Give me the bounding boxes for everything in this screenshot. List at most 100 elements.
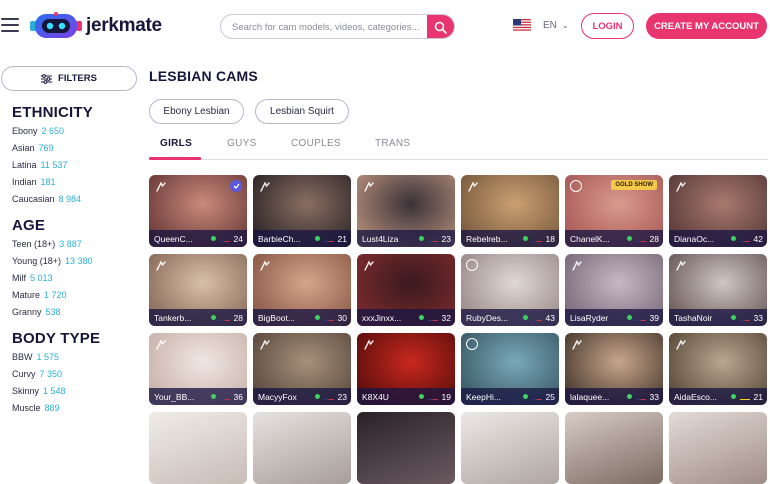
model-age: 28 (649, 233, 659, 244)
filter-item-milf[interactable]: Milf 5 013 (12, 273, 137, 285)
model-thumbnail (357, 412, 455, 484)
filter-label: Teen (18+) (12, 239, 56, 249)
filter-item-bbw[interactable]: BBW 1 575 (12, 352, 137, 364)
model-card[interactable]: BarbieCh... 21 (253, 175, 351, 247)
search-bar (220, 14, 455, 39)
model-card[interactable]: AidaEsco... 21 (669, 333, 767, 405)
filter-count: 1 548 (43, 386, 66, 396)
filter-item-caucasian[interactable]: Caucasian 8 984 (12, 194, 137, 206)
filter-item-mature[interactable]: Mature 1 720 (12, 290, 137, 302)
tab-couples[interactable]: COUPLES (291, 138, 341, 149)
filter-item-ebony[interactable]: Ebony 2 650 (12, 126, 137, 138)
chip-lesbian-squirt[interactable]: Lesbian Squirt (255, 99, 349, 124)
model-card[interactable]: Rebelreb... 18 (461, 175, 559, 247)
filter-count: 181 (40, 177, 56, 187)
filter-item-muscle[interactable]: Muscle 889 (12, 403, 137, 415)
model-card[interactable]: K8X4U 19 (357, 333, 455, 405)
interactive-toy-icon (156, 260, 166, 271)
status-ring-icon (466, 338, 478, 350)
us-flag-icon (531, 314, 542, 321)
model-name: Tankerb... (154, 312, 192, 323)
filter-item-latina[interactable]: Latina 11 537 (12, 160, 137, 172)
us-flag-icon (513, 19, 531, 31)
logo[interactable]: jerkmate (30, 12, 162, 40)
model-card[interactable]: Tankerb... 28 (149, 254, 247, 326)
online-status-icon (522, 315, 528, 320)
tab-girls[interactable]: GIRLS (160, 138, 192, 149)
model-info-bar: TashaNoir 33 (669, 309, 767, 326)
interactive-toy-icon (156, 181, 166, 192)
interactive-toy-icon (260, 260, 270, 271)
login-button[interactable]: LOGIN (581, 13, 634, 39)
online-status-icon (730, 236, 736, 241)
model-info-bar: Lust4Liza 23 (357, 230, 455, 247)
model-card[interactable]: MacyyFox 23 (253, 333, 351, 405)
model-card[interactable]: xxxJinxx... 32 (357, 254, 455, 326)
us-flag-icon (323, 235, 334, 242)
filters-button[interactable]: FILTERS (1, 66, 137, 91)
model-card[interactable]: LisaRyder 39 (565, 254, 663, 326)
model-info-bar: lalaquee... 33 (565, 388, 663, 405)
filter-item-granny[interactable]: Granny 538 (12, 307, 137, 319)
model-card[interactable] (253, 412, 351, 484)
menu-icon[interactable] (1, 18, 19, 32)
interactive-toy-icon (676, 181, 686, 192)
online-status-icon (418, 315, 424, 320)
us-flag-icon (219, 235, 230, 242)
search-button[interactable] (427, 15, 454, 38)
filter-count: 7 350 (39, 369, 63, 379)
online-status-icon (522, 394, 528, 399)
filter-count: 1 720 (44, 290, 67, 300)
filter-label: Granny (12, 307, 42, 317)
create-account-button[interactable]: CREATE MY ACCOUNT (646, 13, 767, 39)
interactive-toy-icon (364, 260, 374, 271)
model-info-bar: Tankerb... 28 (149, 309, 247, 326)
model-card[interactable]: lalaquee... 33 (565, 333, 663, 405)
filter-label: Milf (12, 273, 26, 283)
language-selector[interactable]: EN ⌄ (513, 19, 569, 31)
filter-heading: BODY TYPE (12, 330, 101, 347)
filter-item-asian[interactable]: Asian 769 (12, 143, 137, 155)
filter-count: 13 380 (64, 256, 93, 266)
model-card[interactable]: KeepHi... 25 (461, 333, 559, 405)
model-card[interactable] (669, 412, 767, 484)
tab-trans[interactable]: TRANS (375, 138, 410, 149)
model-card[interactable]: Your_BB... 36 (149, 333, 247, 405)
search-input[interactable] (232, 20, 427, 34)
model-card[interactable]: TashaNoir 33 (669, 254, 767, 326)
filter-count: 538 (45, 307, 61, 317)
filter-item-young[interactable]: Young (18+) 13 380 (12, 256, 137, 268)
model-card[interactable] (149, 412, 247, 484)
model-card[interactable] (461, 412, 559, 484)
model-card[interactable]: RubyDes... 43 (461, 254, 559, 326)
model-card[interactable]: BigBoot... 30 (253, 254, 351, 326)
filter-item-teen[interactable]: Teen (18+) 3 887 (12, 239, 137, 251)
us-flag-icon (531, 393, 542, 400)
search-icon (434, 21, 447, 34)
tab-guys[interactable]: GUYS (227, 138, 257, 149)
us-flag-icon (531, 235, 542, 242)
model-card[interactable]: QueenC... 24 (149, 175, 247, 247)
language-label: EN (543, 19, 557, 31)
model-info-bar: ChanelK... 28 (565, 230, 663, 247)
filter-item-skinny[interactable]: Skinny 1 548 (12, 386, 137, 398)
filter-item-curvy[interactable]: Curvy 7 350 (12, 369, 137, 381)
chip-ebony-lesbian[interactable]: Ebony Lesbian (149, 99, 244, 124)
model-card[interactable] (565, 412, 663, 484)
model-name: LisaRyder (570, 312, 609, 323)
model-card[interactable]: Lust4Liza 23 (357, 175, 455, 247)
filter-label: Ebony (12, 126, 38, 136)
us-flag-icon (635, 314, 646, 321)
us-flag-icon (427, 314, 438, 321)
model-card[interactable]: DianaOc... 42 (669, 175, 767, 247)
filter-item-indian[interactable]: Indian 181 (12, 177, 137, 189)
model-card[interactable] (357, 412, 455, 484)
interactive-toy-icon (364, 339, 374, 350)
chevron-down-icon: ⌄ (561, 20, 569, 30)
model-age: 21 (337, 233, 347, 244)
model-age: 33 (649, 391, 659, 402)
model-age: 23 (441, 233, 451, 244)
filter-label: Mature (12, 290, 41, 300)
model-name: MacyyFox (258, 391, 297, 402)
model-card[interactable]: GOLD SHOW ChanelK... 28 (565, 175, 663, 247)
